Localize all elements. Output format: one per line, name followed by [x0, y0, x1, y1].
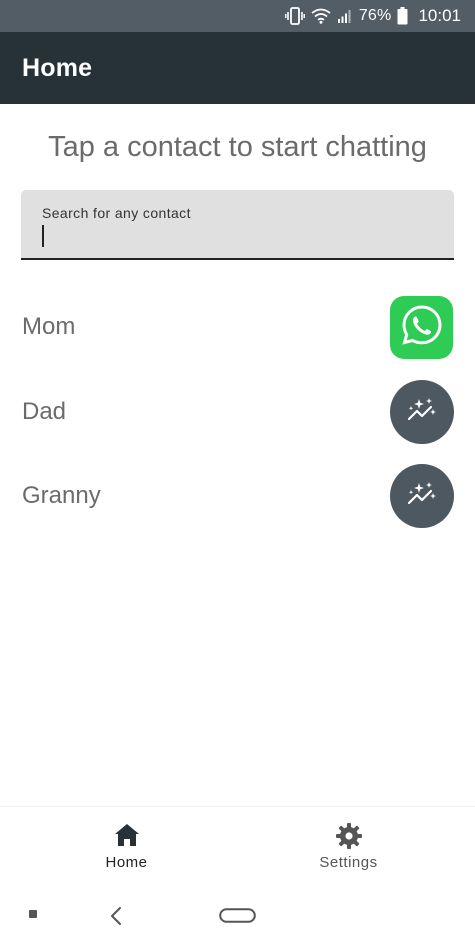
status-icons: 76% 10:01: [284, 0, 461, 32]
text-cursor: [42, 225, 44, 247]
whatsapp-button[interactable]: [390, 296, 453, 359]
home-icon: [113, 822, 141, 853]
nav-label-home: Home: [105, 854, 148, 871]
battery-icon: [397, 7, 408, 25]
clock: 10:01: [418, 6, 461, 25]
contact-name: Mom: [22, 313, 76, 340]
status-bar: 76% 10:01: [0, 0, 475, 32]
screen: 76% 10:01 Home Tap a contact to start ch…: [0, 0, 475, 950]
ai-chat-button[interactable]: [390, 380, 454, 444]
system-nav-bar: [0, 890, 475, 950]
page-title: Home: [22, 54, 93, 82]
sparkle-chart-icon: [407, 481, 437, 512]
recents-button[interactable]: [28, 910, 38, 920]
bottom-nav: Home Settings: [0, 806, 475, 890]
contact-name: Granny: [22, 482, 101, 509]
signal-icon: [337, 8, 353, 24]
contact-row-dad[interactable]: Dad: [0, 377, 475, 447]
recents-icon: [28, 906, 38, 924]
instruction-heading: Tap a contact to start chatting: [48, 131, 427, 163]
home-pill-button[interactable]: [219, 908, 256, 923]
contact-row-mom[interactable]: Mom: [0, 292, 475, 362]
gear-icon: [335, 822, 363, 855]
home-pill-icon: [219, 908, 256, 927]
app-bar: Home: [0, 32, 475, 104]
contact-row-granny[interactable]: Granny: [0, 461, 475, 531]
contact-name: Dad: [22, 398, 67, 425]
nav-item-settings[interactable]: Settings: [230, 807, 467, 891]
search-input[interactable]: Search for any contact: [21, 190, 454, 260]
back-button[interactable]: [107, 905, 125, 927]
whatsapp-icon: [400, 303, 444, 352]
sparkle-chart-icon: [407, 397, 437, 428]
ai-chat-button[interactable]: [390, 464, 454, 528]
nav-label-settings: Settings: [319, 854, 378, 871]
vibrate-icon: [284, 7, 305, 25]
nav-item-home[interactable]: Home: [8, 807, 245, 891]
search-label: Search for any contact: [42, 205, 191, 221]
battery-percent: 76%: [358, 7, 392, 24]
wifi-icon: [311, 8, 331, 24]
back-icon: [107, 907, 125, 931]
